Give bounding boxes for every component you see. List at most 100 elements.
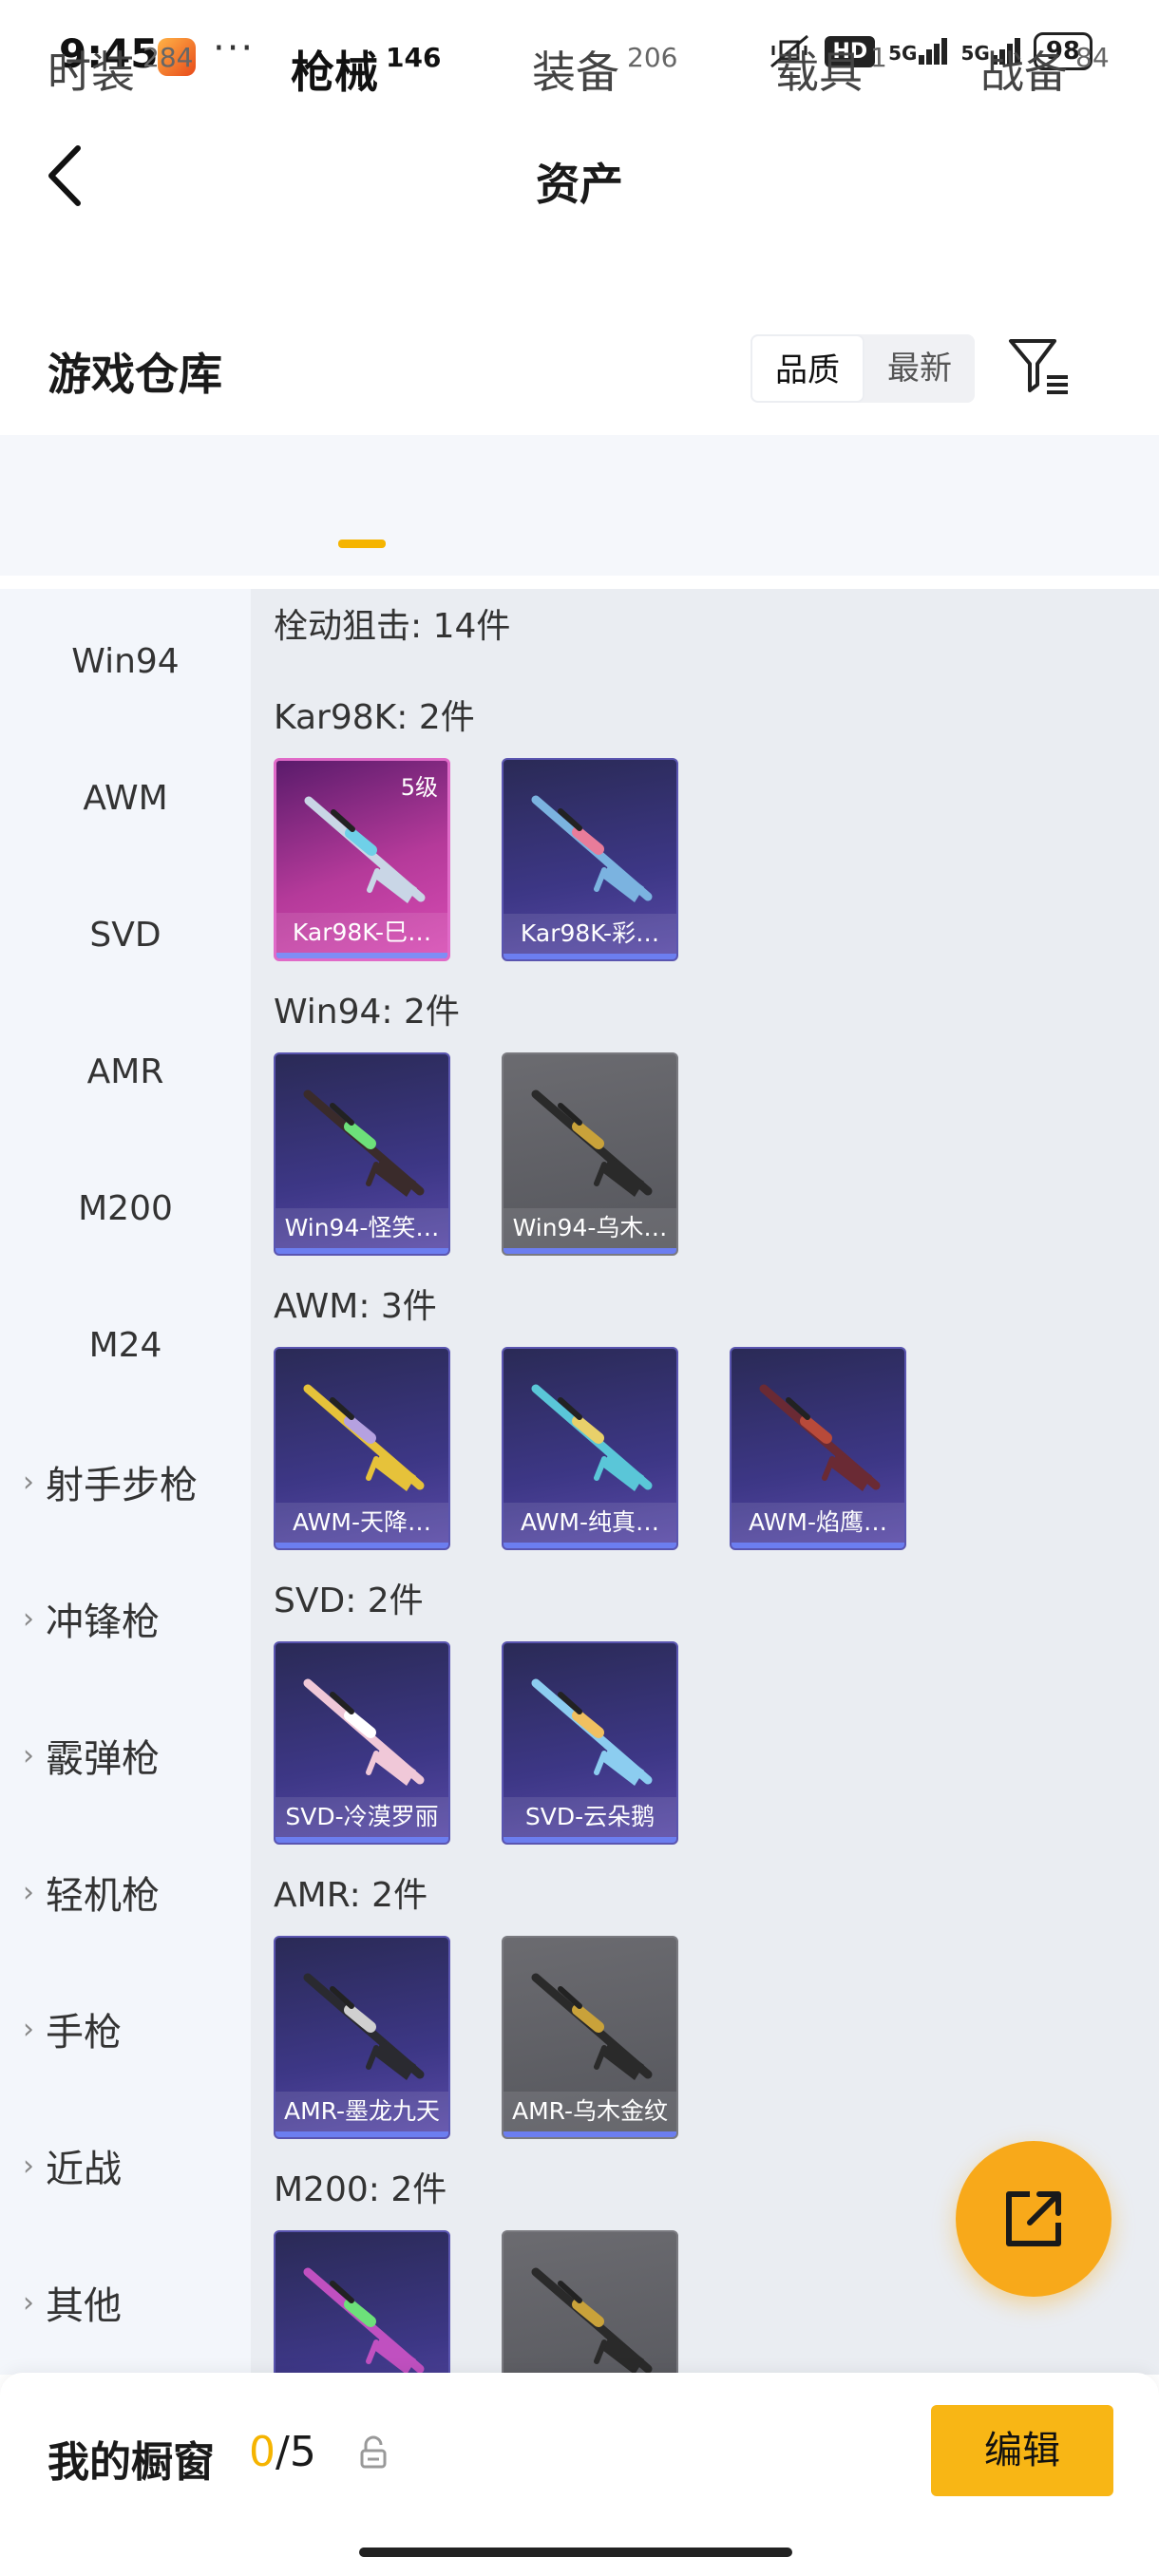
weapon-card[interactable]: AWM-焰鹰… (730, 1347, 906, 1550)
category-tabs (0, 435, 1159, 576)
weapon-card[interactable]: Win94-乌木… (502, 1052, 678, 1256)
rifle-icon (303, 1678, 425, 1786)
tab-label: 载具 (775, 47, 863, 98)
sidebar-category[interactable]: › 冲锋枪 (0, 1571, 251, 1666)
rifle-icon (531, 1973, 653, 2080)
weapon-name: AWM-焰鹰… (732, 1503, 904, 1543)
rarity-bar (504, 2131, 676, 2137)
chevron-right-icon: › (23, 1465, 34, 1499)
weapon-card[interactable]: AWM-纯真… (502, 1347, 678, 1550)
tab-count: 146 (386, 42, 442, 73)
weapon-card[interactable]: SVD-云朵鹅 (502, 1641, 678, 1845)
weapon-card[interactable]: AWM-天降… (274, 1347, 450, 1550)
share-button[interactable] (956, 2141, 1112, 2297)
tab-count: 1 (870, 42, 887, 73)
home-indicator[interactable] (359, 2548, 792, 2557)
section-title: Win94: 2件 (274, 993, 460, 1032)
tab-4[interactable]: 战备 84 (980, 38, 1110, 101)
rifle-icon (303, 1089, 425, 1197)
tab-label: 装备 (532, 47, 619, 98)
sidebar-weapon[interactable]: AMR (0, 1024, 251, 1119)
edit-button[interactable]: 编辑 (931, 2405, 1113, 2496)
weapon-name: AWM-天降… (276, 1503, 448, 1543)
tab-label: 战备 (980, 47, 1068, 98)
sidebar-category[interactable]: › 霰弹枪 (0, 1708, 251, 1803)
tab-2[interactable]: 装备 206 (532, 38, 677, 101)
level-badge: 5级 (400, 774, 438, 801)
weapon-card[interactable]: Win94-怪笑… (274, 1052, 450, 1256)
weapon-card[interactable]: AMR-乌木金纹 (502, 1936, 678, 2139)
sidebar-weapon[interactable]: SVD (0, 887, 251, 982)
section-title: M200: 2件 (274, 2170, 447, 2209)
chevron-right-icon: › (23, 1738, 34, 1772)
rarity-bar (504, 1248, 676, 1254)
weapon-card[interactable]: Kar98K-彩… (502, 758, 678, 961)
sidebar-category[interactable]: › 轻机枪 (0, 1845, 251, 1940)
weapon-name: Win94-怪笑… (276, 1208, 448, 1248)
sidebar-category[interactable]: › 射手步枪 (0, 1434, 251, 1529)
showcase-current: 0 (249, 2428, 276, 2476)
weapon-name: AWM-纯真… (504, 1503, 676, 1543)
rarity-bar (276, 1543, 448, 1548)
sidebar-category-label: 霰弹枪 (46, 1737, 160, 1781)
rarity-bar (732, 1543, 904, 1548)
rifle-icon (304, 796, 426, 903)
page-title: 资产 (536, 159, 623, 210)
warehouse-title: 游戏仓库 (48, 349, 222, 400)
weapon-card[interactable]: SVD-冷漠罗丽 (274, 1641, 450, 1845)
sidebar-category-label: 冲锋枪 (46, 1601, 160, 1644)
sidebar-category-label: 近战 (46, 2148, 122, 2191)
rifle-icon (303, 1384, 425, 1491)
tab-count: 84 (1075, 42, 1110, 73)
weapon-card[interactable]: 5级 Kar98K-巳… (274, 758, 450, 961)
rarity-bar (276, 1837, 448, 1843)
sidebar-weapon[interactable]: M24 (0, 1297, 251, 1392)
sidebar-category-label: 射手步枪 (46, 1464, 198, 1507)
sidebar-weapon[interactable]: Win94 (0, 614, 251, 709)
tab-count: 284 (142, 42, 194, 73)
share-external-icon (1006, 2191, 1061, 2246)
weapon-name: Kar98K-巳… (276, 913, 447, 953)
tab-1[interactable]: 枪械 146 (291, 38, 441, 101)
rarity-bar (276, 2131, 448, 2137)
chevron-right-icon: › (23, 2149, 34, 2183)
rifle-icon (531, 2267, 653, 2375)
tab-label: 枪械 (291, 47, 378, 98)
chevron-right-icon: › (23, 2285, 34, 2320)
lock-icon (360, 2435, 387, 2469)
weapon-name: Win94-乌木… (504, 1208, 676, 1248)
sidebar-category[interactable]: › 手枪 (0, 1981, 251, 2076)
section-title: SVD: 2件 (274, 1582, 424, 1620)
rarity-bar (276, 1248, 448, 1254)
showcase-label: 我的橱窗 (48, 2438, 215, 2487)
sort-toggle: 品质 最新 (750, 334, 975, 403)
sidebar-category[interactable]: › 其他 (0, 2255, 251, 2350)
weapon-card[interactable]: AMR-墨龙九天 (274, 1936, 450, 2139)
tab-0[interactable]: 时装 284 (48, 38, 193, 101)
filter-icon[interactable] (1007, 337, 1074, 400)
chevron-right-icon: › (23, 2012, 34, 2046)
rifle-icon (303, 2267, 425, 2375)
showcase-count: 0/5 (249, 2428, 316, 2476)
sort-newest-button[interactable]: 最新 (864, 334, 975, 403)
more-notifications-icon: ··· (213, 27, 256, 70)
weapon-name: SVD-云朵鹅 (504, 1797, 676, 1837)
sort-quality-button[interactable]: 品质 (750, 334, 864, 403)
group-title: 栓动狙击: 14件 (274, 607, 511, 646)
section-title: AWM: 3件 (274, 1287, 437, 1326)
rifle-icon (759, 1384, 881, 1491)
chevron-right-icon: › (23, 1601, 34, 1636)
rifle-icon (531, 1384, 653, 1491)
sidebar-weapon[interactable]: AWM (0, 750, 251, 845)
rifle-icon (531, 795, 653, 902)
rarity-bar (504, 1837, 676, 1843)
weapon-name: Kar98K-彩… (504, 914, 676, 954)
sidebar-weapon[interactable]: M200 (0, 1161, 251, 1256)
sidebar-category[interactable]: › 近战 (0, 2118, 251, 2213)
tab-3[interactable]: 载具 1 (775, 38, 887, 101)
sidebar-category-label: 其他 (46, 2284, 122, 2328)
rarity-bar (276, 953, 447, 958)
weapon-name: AMR-乌木金纹 (504, 2092, 676, 2131)
weapon-name: SVD-冷漠罗丽 (276, 1797, 448, 1837)
sidebar-category-label: 轻机枪 (46, 1874, 160, 1918)
